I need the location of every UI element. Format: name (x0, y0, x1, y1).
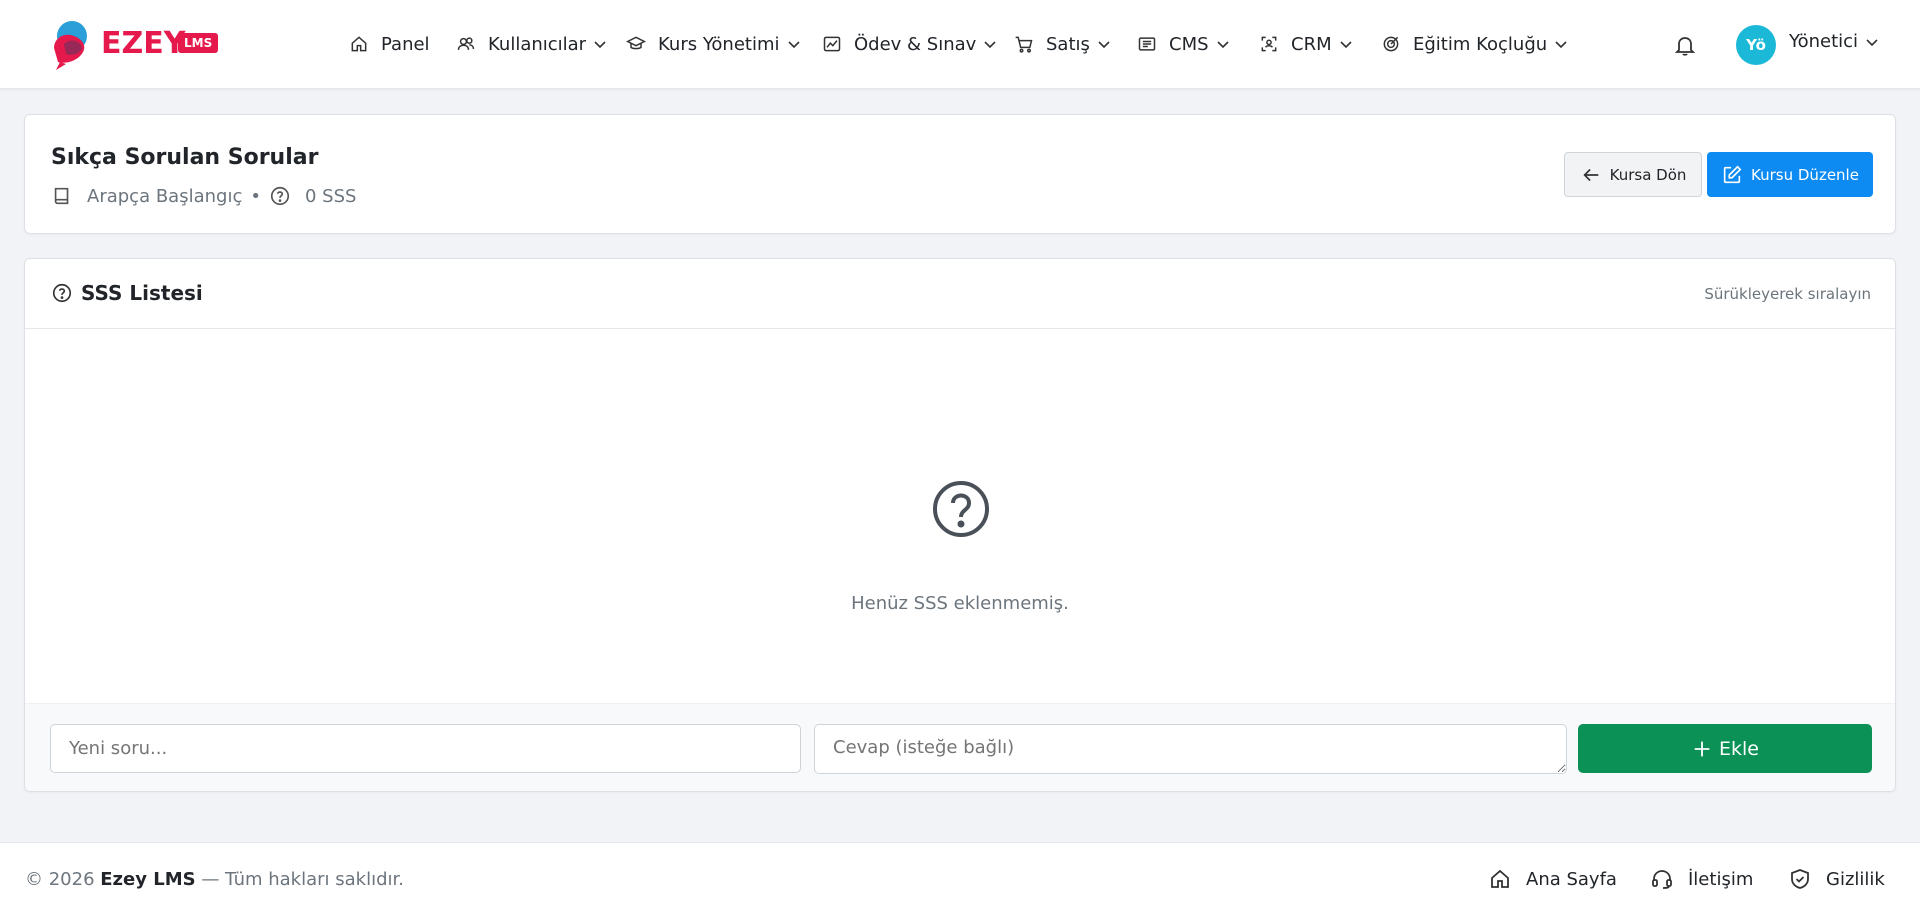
faq-list-title: SSS Listesi (51, 281, 203, 305)
avatar[interactable]: Yö (1736, 25, 1776, 65)
answer-textarea[interactable] (814, 724, 1567, 774)
home-icon (1491, 869, 1509, 888)
shield-check-icon (1791, 869, 1809, 889)
person-scan-icon (1261, 36, 1277, 52)
faq-list-card: SSS Listesi Sürükleyerek sıralayın Henüz… (24, 258, 1896, 792)
nav-item-homework-exam[interactable]: Ödev & Sınav (822, 30, 998, 58)
nav-item-label: CMS (1169, 33, 1209, 55)
nav-item-cms[interactable]: CMS (1137, 30, 1231, 58)
chevron-down-icon (1216, 41, 1229, 49)
chevron-down-icon (1098, 41, 1110, 49)
meta-separator: • (250, 185, 261, 207)
footer-link-contact[interactable]: İletişim (1650, 867, 1753, 891)
nav-item-label: Ödev & Sınav (854, 33, 977, 55)
edit-button-label: Kursu Düzenle (1751, 165, 1859, 184)
book-icon (54, 187, 69, 205)
footer-link-label: Ana Sayfa (1526, 868, 1617, 890)
nav-item-label: CRM (1291, 33, 1332, 55)
nav-item-label: Kullanıcılar (488, 33, 587, 55)
course-meta: Arapça Başlangıç • 0 SSS (51, 185, 356, 207)
chevron-down-icon (1555, 41, 1567, 49)
footer: © 2026 Ezey LMS — Tüm hakları saklıdır. … (0, 842, 1920, 915)
faq-count: 0 SSS (304, 185, 357, 207)
back-button-label: Kursa Dön (1609, 165, 1687, 184)
add-faq-form: Ekle (25, 703, 1895, 791)
drag-hint: Sürükleyerek sıralayın (1704, 285, 1871, 303)
footer-link-label: İletişim (1688, 868, 1754, 890)
question-circle-icon (933, 481, 989, 537)
faq-list-title-text: SSS Listesi (81, 281, 203, 305)
edit-course-button[interactable]: Kursu Düzenle (1707, 152, 1873, 197)
image-chart-icon (823, 36, 841, 52)
users-icon (457, 37, 475, 50)
nav-item-panel[interactable]: Panel (349, 30, 430, 58)
nav-item-label: Satış (1046, 33, 1090, 55)
main-nav: Panel Kullanıcılar Kurs Yönetimi Ödev & … (0, 0, 1920, 89)
nav-item-label: Kurs Yönetimi (658, 33, 780, 55)
nav-item-label: Eğitim Koçluğu (1413, 33, 1548, 55)
nav-item-sales[interactable]: Satış (1014, 30, 1112, 58)
user-menu[interactable]: Yönetici (1789, 31, 1880, 52)
home-icon (351, 36, 367, 52)
nav-item-label: Panel (381, 33, 430, 55)
top-navbar: EZEY LMS Panel Kullanıcılar Kurs Yönetim… (0, 0, 1920, 89)
question-circle-icon (52, 283, 72, 303)
chevron-down-icon (984, 41, 996, 49)
course-name: Arapça Başlangıç (87, 185, 243, 207)
page-header-card: Sıkça Sorulan Sorular Arapça Başlangıç •… (24, 114, 1896, 234)
arrow-left-icon (1583, 168, 1598, 181)
question-circle-icon (270, 186, 290, 206)
copyright-suffix: — Tüm hakları saklıdır. (201, 869, 404, 890)
nav-item-users[interactable]: Kullanıcılar (456, 30, 608, 58)
chevron-down-icon (787, 41, 800, 49)
question-input[interactable] (50, 724, 801, 773)
chevron-down-icon (1340, 41, 1352, 49)
chevron-down-icon (1866, 38, 1878, 46)
copyright-prefix: © 2026 (25, 869, 95, 890)
back-to-course-button[interactable]: Kursa Dön (1564, 152, 1702, 197)
page-title: Sıkça Sorulan Sorular (51, 145, 319, 170)
graduation-cap-icon (626, 36, 646, 50)
cart-icon (1015, 36, 1033, 53)
footer-link-privacy[interactable]: Gizlilik (1788, 867, 1885, 891)
edit-icon (1723, 165, 1742, 183)
user-name: Yönetici (1789, 31, 1859, 52)
add-button-label: Ekle (1719, 737, 1759, 760)
headset-icon (1652, 870, 1672, 889)
copyright: © 2026 Ezey LMS — Tüm hakları saklıdır. (25, 869, 404, 890)
newspaper-icon (1138, 37, 1156, 51)
nav-item-crm[interactable]: CRM (1259, 30, 1354, 58)
bell-icon[interactable] (1673, 33, 1697, 57)
footer-link-home[interactable]: Ana Sayfa (1488, 867, 1617, 891)
footer-link-label: Gizlilik (1826, 868, 1885, 890)
faq-list-header: SSS Listesi Sürükleyerek sıralayın (25, 259, 1895, 329)
add-faq-button[interactable]: Ekle (1578, 724, 1872, 773)
nav-item-coaching[interactable]: Eğitim Koçluğu (1381, 30, 1569, 58)
target-icon (1383, 36, 1399, 52)
plus-icon (1694, 741, 1710, 756)
nav-item-course-management[interactable]: Kurs Yönetimi (626, 30, 802, 58)
empty-state-text: Henüz SSS eklenmemiş. (851, 593, 1069, 614)
chevron-down-icon (594, 41, 606, 49)
copyright-brand: Ezey LMS (100, 869, 196, 890)
